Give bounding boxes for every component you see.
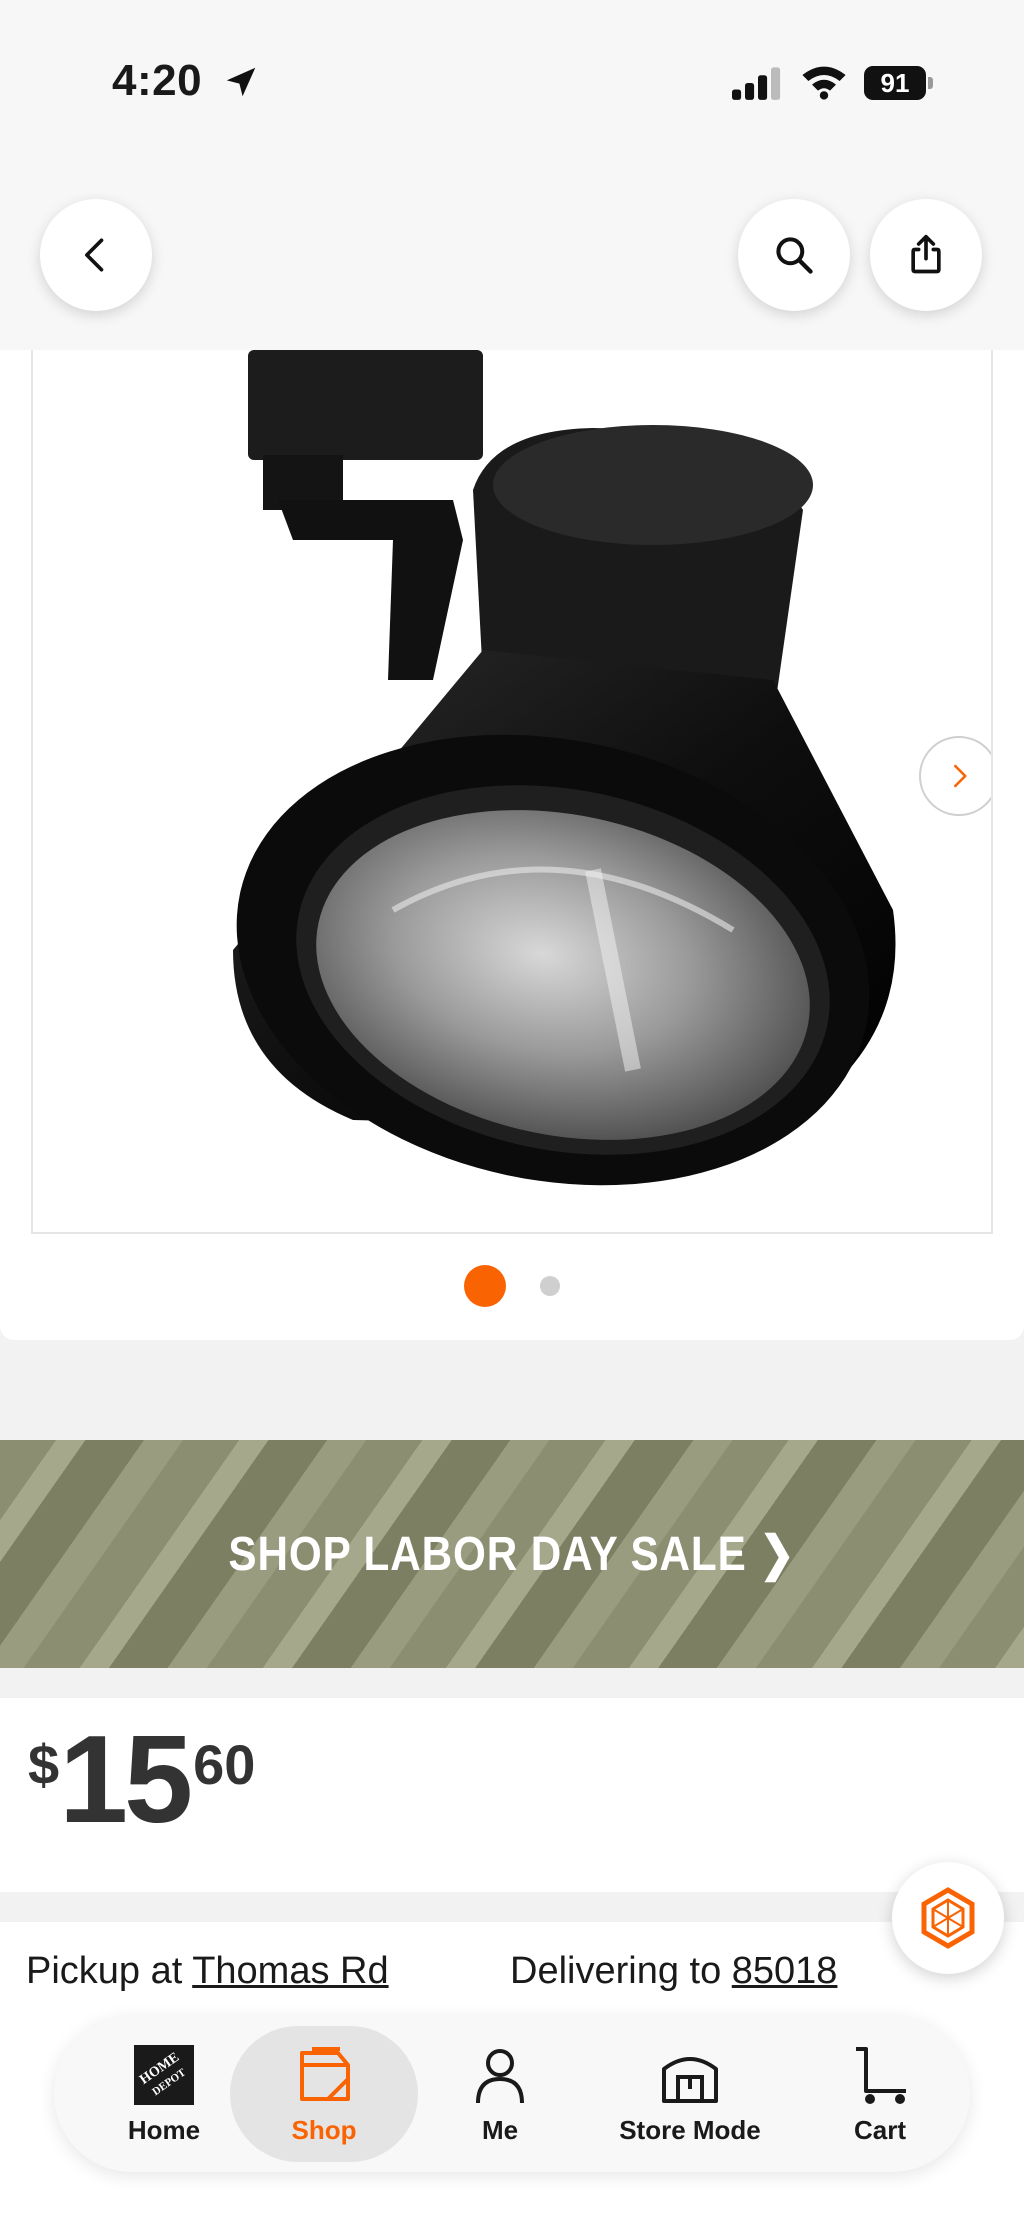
pickup-store-link[interactable]: Thomas Rd	[192, 1950, 388, 1992]
bottom-tab-bar: HOME DEPOT Home Shop Me Store Mode Cart	[54, 2016, 970, 2172]
product-image-frame[interactable]	[31, 350, 993, 1234]
status-time: 4:20	[112, 56, 203, 105]
chevron-left-icon	[85, 238, 104, 272]
home-depot-logo-icon: HOME DEPOT	[134, 2044, 194, 2105]
location-arrow-icon	[226, 67, 256, 97]
product-image	[233, 350, 896, 1186]
tab-shop[interactable]: Shop	[230, 2026, 418, 2162]
tab-home[interactable]: HOME DEPOT Home	[94, 2026, 234, 2162]
pickup-info: Pickup at Thomas Rd	[26, 1950, 389, 1992]
person-icon	[476, 2048, 524, 2103]
search-icon	[776, 237, 813, 274]
tab-label: Shop	[291, 2114, 357, 2145]
battery-level: 91	[864, 66, 926, 100]
tab-label: Cart	[853, 2114, 906, 2145]
hexagon-icon	[921, 1887, 975, 1949]
share-button[interactable]	[870, 199, 982, 311]
chevron-right-icon	[954, 764, 967, 788]
tab-cart[interactable]: Cart	[820, 2026, 940, 2162]
price-cents: 60	[193, 1733, 256, 1796]
price-section: $ 15 60	[0, 1698, 1024, 1892]
battery-icon: 91	[864, 66, 934, 100]
shop-bag-icon	[300, 2046, 350, 2101]
tab-label: Home	[127, 2114, 201, 2145]
cellular-signal-icon	[732, 67, 781, 100]
delivery-zip-link[interactable]: 85018	[732, 1950, 838, 1992]
tab-me[interactable]: Me	[440, 2026, 560, 2162]
store-icon	[662, 2056, 718, 2103]
sale-banner-label: SHOP LABOR DAY SALE ❯	[228, 1528, 796, 1581]
pagination-dot-active[interactable]	[464, 1265, 506, 1307]
search-button[interactable]	[738, 199, 850, 311]
tab-store-mode[interactable]: Store Mode	[590, 2026, 790, 2162]
sale-banner[interactable]: SHOP LABOR DAY SALE ❯	[0, 1440, 1024, 1668]
tab-label: Store Mode	[619, 2114, 761, 2145]
gallery-pagination	[0, 1264, 1024, 1308]
cart-icon	[856, 2046, 906, 2104]
status-bar: 4:20 91	[0, 0, 1024, 170]
price-dollars: 15	[59, 1711, 193, 1849]
assistant-button[interactable]	[892, 1862, 1004, 1974]
price-currency: $	[28, 1733, 60, 1796]
share-icon	[911, 234, 941, 274]
product-gallery	[0, 350, 1024, 1340]
top-navigation	[0, 170, 1024, 350]
back-button[interactable]	[40, 199, 152, 311]
tab-label: Me	[481, 2114, 519, 2145]
pagination-dot[interactable]	[540, 1276, 560, 1296]
wifi-icon	[802, 66, 846, 100]
next-image-button[interactable]	[919, 736, 991, 816]
delivery-info: Delivering to 85018	[510, 1950, 838, 1992]
product-price: $ 15 60	[28, 1718, 255, 1842]
home-indicator	[0, 2196, 1024, 2226]
